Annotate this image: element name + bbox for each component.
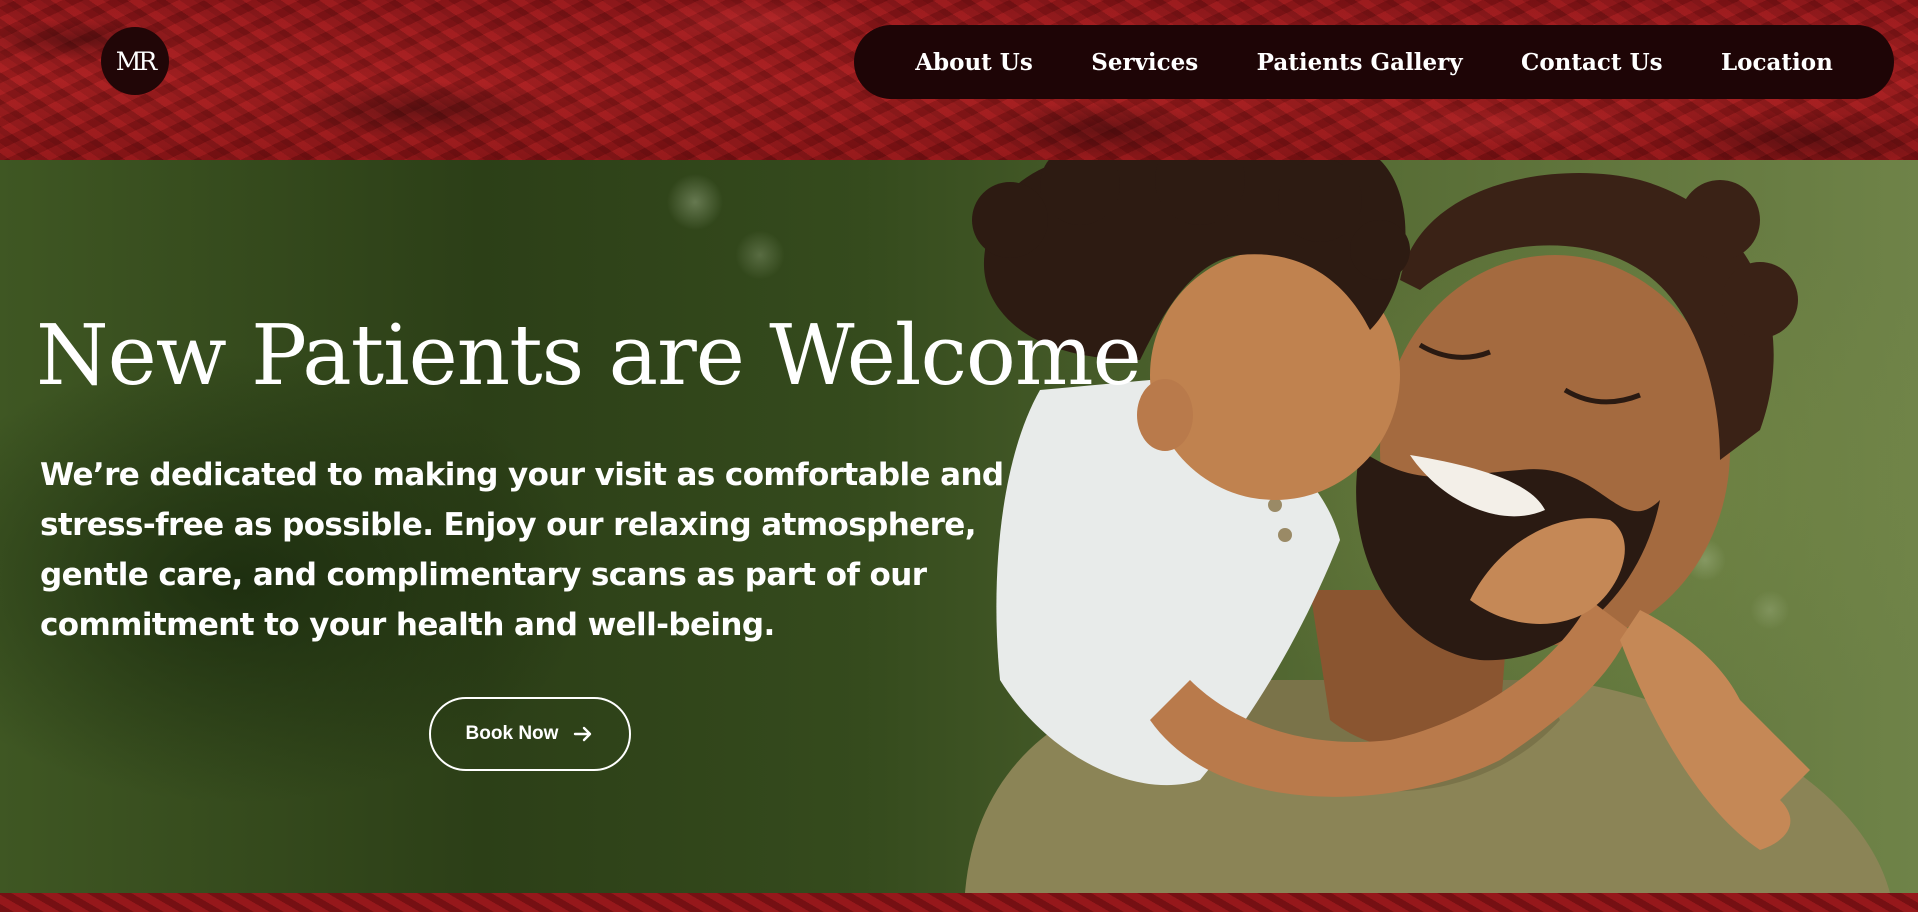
footer-strip (0, 893, 1918, 912)
page: MR About Us Services Patients Gallery Co… (0, 0, 1918, 912)
arrow-right-icon (572, 723, 594, 745)
nav-contact-us[interactable]: Contact Us (1521, 49, 1663, 76)
site-header: MR About Us Services Patients Gallery Co… (0, 0, 1918, 160)
logo[interactable]: MR (101, 27, 169, 95)
logo-text: MR (115, 46, 157, 76)
hero-description: We’re dedicated to making your visit as … (40, 457, 1004, 643)
book-now-label: Book Now (465, 723, 559, 744)
nav-services[interactable]: Services (1091, 49, 1198, 76)
nav-patients-gallery[interactable]: Patients Gallery (1257, 49, 1463, 76)
book-now-button[interactable]: Book Now (429, 697, 631, 771)
nav-about-us[interactable]: About Us (915, 49, 1033, 76)
nav-location[interactable]: Location (1721, 49, 1833, 76)
main-nav: About Us Services Patients Gallery Conta… (854, 25, 1894, 99)
hero-title: New Patients are Welcome (36, 307, 1142, 404)
hero-section: New Patients are Welcome We’re dedicated… (0, 160, 1918, 893)
